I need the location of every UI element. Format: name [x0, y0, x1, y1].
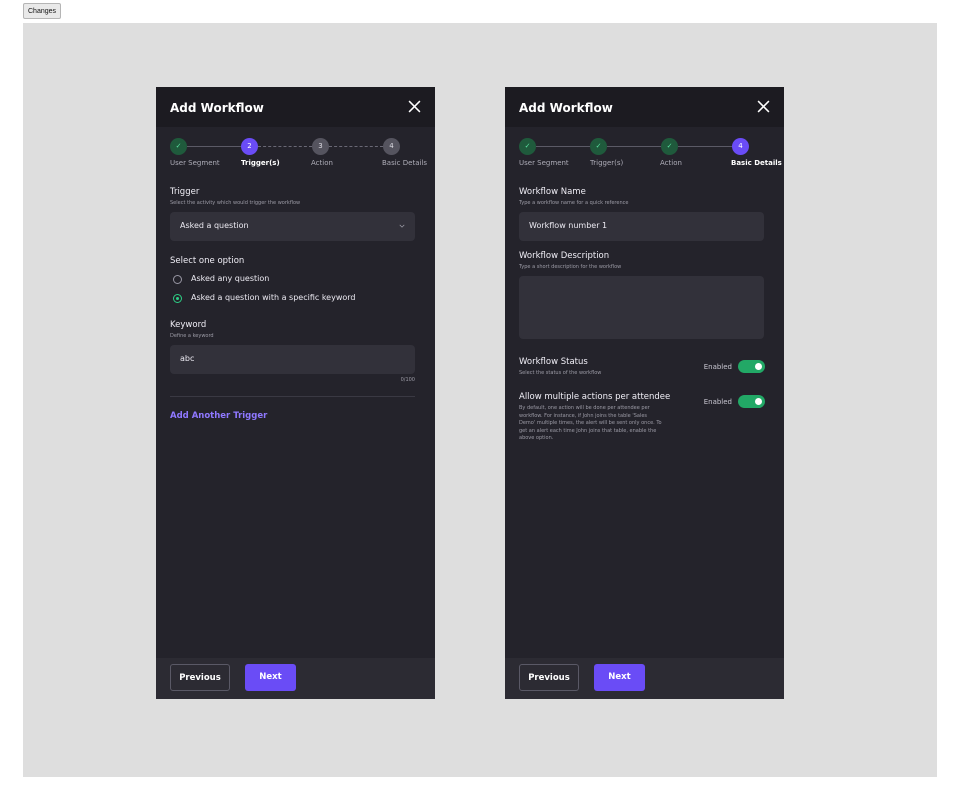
multiple-actions-title: Allow multiple actions per attendee	[519, 392, 671, 402]
workflow-name-value: Workflow number 1	[529, 221, 608, 230]
step-3-marker: 3	[312, 138, 329, 155]
workflow-status-toggle-group: Enabled	[695, 360, 765, 373]
trigger-select[interactable]: Asked a question	[170, 212, 415, 241]
panel-title: Add Workflow	[170, 101, 264, 115]
stepper-connector	[258, 146, 312, 147]
workflow-description-title: Workflow Description	[519, 251, 610, 261]
step-2-marker: 2	[241, 138, 258, 155]
toggle-label: Enabled	[703, 398, 732, 406]
step-label-action: Action	[660, 159, 682, 167]
stepper: ✓ 2 3 4 User Segment Trigger(s) Action B…	[156, 127, 435, 175]
multiple-actions-toggle[interactable]	[738, 395, 765, 408]
step-4-marker: 4	[383, 138, 400, 155]
next-button[interactable]: Next	[245, 664, 296, 691]
keyword-input-value: abc	[180, 354, 195, 363]
step-1-check-icon: ✓	[170, 138, 187, 155]
workflow-status-subtitle: Select the status of the workflow	[519, 370, 602, 376]
trigger-select-value: Asked a question	[180, 221, 249, 230]
canvas-stage: Add Workflow ✓ 2 3 4 User Segment Trigge…	[23, 23, 937, 777]
panel-footer: Previous Next	[505, 658, 784, 699]
step-label-user-segment: User Segment	[519, 159, 569, 167]
keyword-input[interactable]: abc	[170, 345, 415, 374]
previous-button[interactable]: Previous	[170, 664, 230, 691]
step-label-action: Action	[311, 159, 333, 167]
next-button[interactable]: Next	[594, 664, 645, 691]
stepper-connector	[187, 146, 241, 147]
close-icon[interactable]	[408, 100, 421, 113]
multiple-actions-description: By default, one action will be done per …	[519, 405, 662, 441]
panel-footer: Previous Next	[156, 658, 435, 699]
step-1-check-icon: ✓	[519, 138, 536, 155]
radio-label: Asked a question with a specific keyword	[191, 293, 356, 302]
step-3-check-icon: ✓	[661, 138, 678, 155]
stepper-connector	[329, 146, 383, 147]
step-label-triggers: Trigger(s)	[590, 159, 624, 167]
changes-button[interactable]: Changes	[23, 3, 62, 19]
add-another-trigger-link[interactable]: Add Another Trigger	[170, 411, 267, 421]
chevron-down-icon	[399, 224, 405, 228]
stepper: ✓ ✓ ✓ 4 User Segment Trigger(s) Action B…	[505, 127, 784, 175]
character-counter: 0/100	[400, 377, 415, 383]
multiple-actions-toggle-group: Enabled	[695, 395, 765, 408]
close-icon[interactable]	[757, 100, 770, 113]
workflow-description-subtitle: Type a short description for the workflo…	[519, 264, 622, 270]
panel-title: Add Workflow	[519, 101, 613, 115]
step-label-user-segment: User Segment	[170, 159, 220, 167]
option-title: Select one option	[170, 256, 245, 266]
previous-button[interactable]: Previous	[519, 664, 579, 691]
workflow-name-title: Workflow Name	[519, 187, 586, 197]
radio-button[interactable]	[173, 275, 182, 284]
workflow-status-toggle[interactable]	[738, 360, 765, 373]
step-2-check-icon: ✓	[590, 138, 607, 155]
panel-header: Add Workflow	[505, 87, 784, 127]
keyword-title: Keyword	[170, 320, 207, 330]
trigger-title: Trigger	[170, 187, 200, 197]
step-label-triggers: Trigger(s)	[241, 159, 280, 167]
add-workflow-panel-basic-details: Add Workflow ✓ ✓ ✓ 4 User Segment Trigge…	[505, 87, 784, 699]
workflow-description-textarea[interactable]	[519, 276, 764, 339]
workflow-name-input[interactable]: Workflow number 1	[519, 212, 764, 241]
stepper-connector	[536, 146, 590, 147]
trigger-subtitle: Select the activity which would trigger …	[170, 200, 301, 206]
stepper-connector	[607, 146, 661, 147]
radio-label: Asked any question	[191, 274, 270, 283]
divider	[170, 396, 415, 397]
radio-button-selected[interactable]	[173, 294, 182, 303]
workflow-name-subtitle: Type a workflow name for a quick referen…	[519, 200, 629, 206]
panel-header: Add Workflow	[156, 87, 435, 127]
toggle-label: Enabled	[703, 363, 732, 371]
keyword-subtitle: Define a keyword	[170, 333, 214, 339]
stepper-connector	[678, 146, 732, 147]
step-label-basic-details: Basic Details	[731, 159, 782, 167]
step-label-basic-details: Basic Details	[382, 159, 428, 167]
add-workflow-panel-triggers: Add Workflow ✓ 2 3 4 User Segment Trigge…	[156, 87, 435, 699]
step-4-marker: 4	[732, 138, 749, 155]
workflow-status-title: Workflow Status	[519, 357, 588, 367]
